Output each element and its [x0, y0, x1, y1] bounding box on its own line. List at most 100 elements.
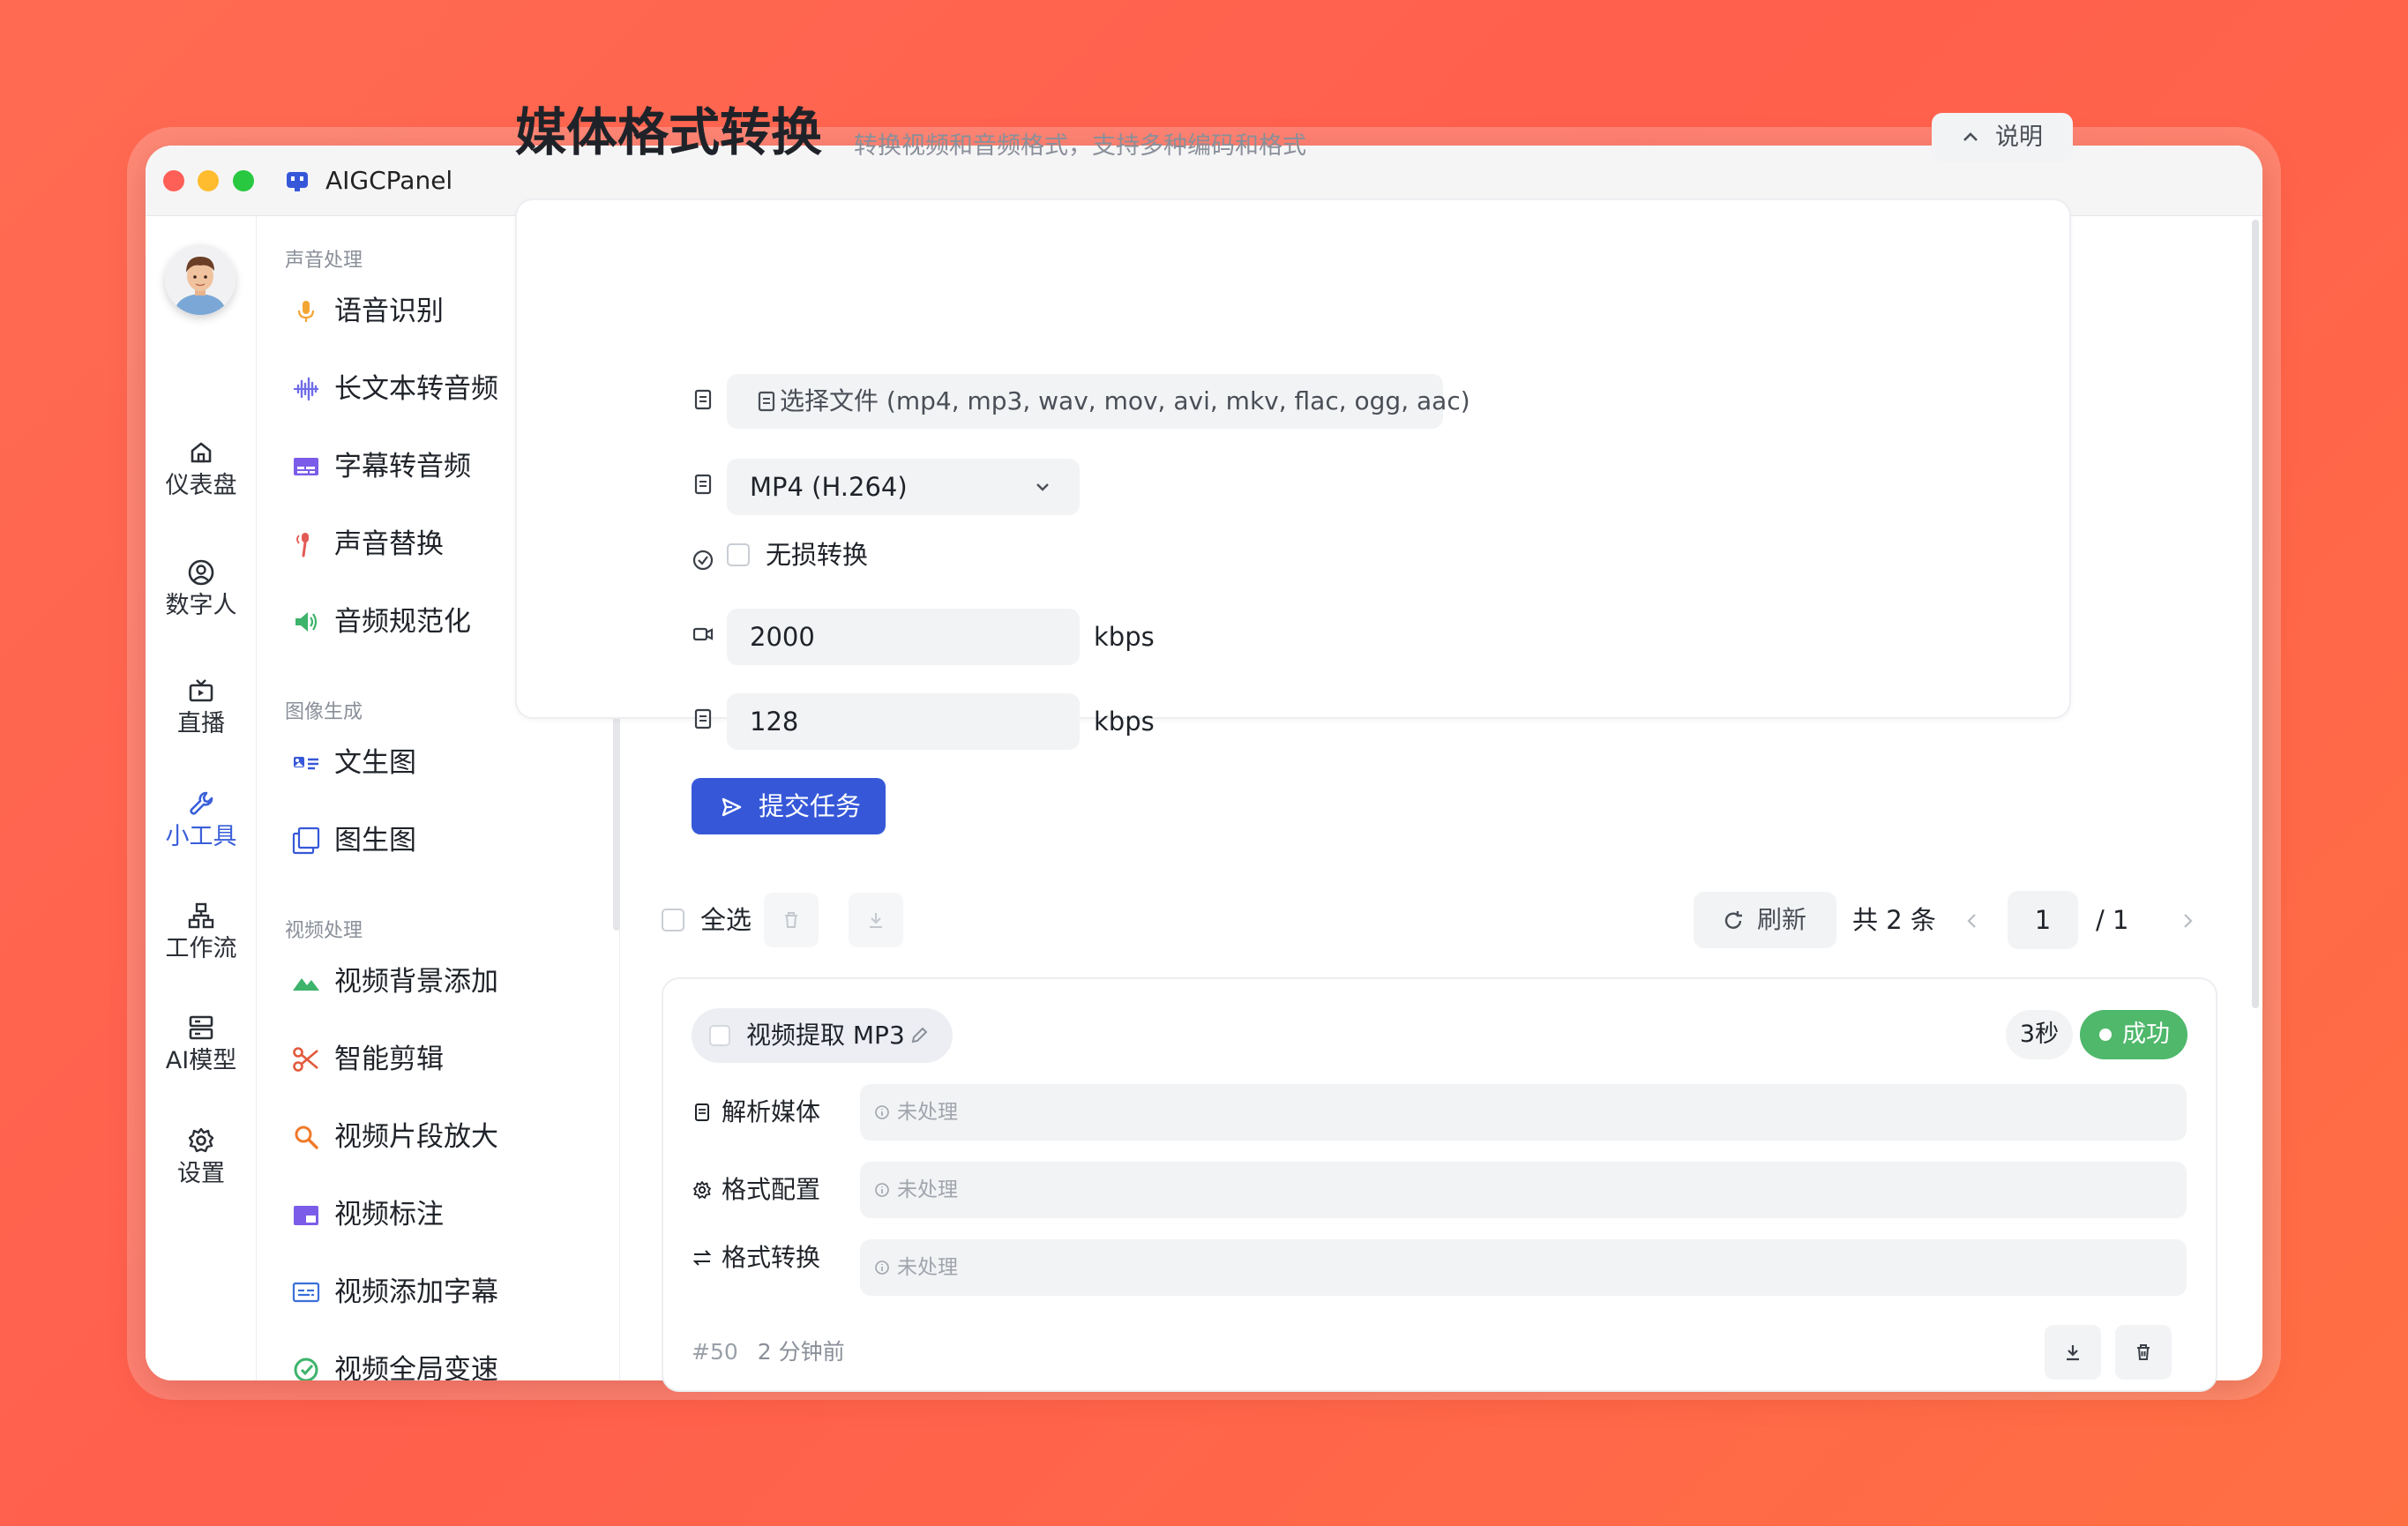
- workflow-icon: [188, 902, 214, 929]
- edit-pencil-icon[interactable]: [909, 1025, 930, 1046]
- task-meta: #50 2 分钟前: [692, 1336, 845, 1368]
- user-avatar[interactable]: [165, 244, 236, 315]
- menu-item-smart-edit[interactable]: 智能剪辑: [292, 1037, 592, 1081]
- nav-label: AI模型: [165, 1047, 237, 1074]
- menu-item-video-speed[interactable]: 视频全局变速: [292, 1348, 592, 1380]
- nav-settings[interactable]: 设置: [146, 1125, 257, 1213]
- duration-badge: 3秒: [2006, 1010, 2073, 1059]
- trash-icon: [785, 912, 797, 928]
- nav-label: 数字人: [165, 592, 237, 619]
- wrench-icon: [190, 791, 213, 815]
- scissors-icon: [293, 1047, 318, 1072]
- download-icon: [870, 913, 882, 928]
- section-title-video: 视频处理: [285, 920, 363, 942]
- gear-icon: [693, 1181, 711, 1199]
- video-bitrate-input[interactable]: 2000: [727, 609, 1080, 665]
- task-delete-button[interactable]: [2115, 1325, 2172, 1380]
- nav-workflow[interactable]: 工作流: [146, 900, 257, 988]
- audio-bitrate-unit: kbps: [1094, 707, 1155, 737]
- step-status: 未处理: [897, 1256, 958, 1279]
- refresh-button[interactable]: 刷新: [1694, 892, 1836, 948]
- status-badge: 成功: [2080, 1010, 2187, 1059]
- document-icon: [758, 391, 775, 412]
- choose-file-button[interactable]: 选择文件 (mp4, mp3, wav, mov, avi, mkv, flac…: [727, 374, 1470, 429]
- section-title-audio: 声音处理: [285, 250, 363, 272]
- nav-tools[interactable]: 小工具: [146, 788, 257, 876]
- nav-label: 设置: [177, 1160, 225, 1187]
- picture-in-picture-icon: [294, 1206, 318, 1225]
- audio-file-icon: [694, 708, 712, 729]
- content-scrollbar[interactable]: [2252, 220, 2259, 1008]
- menu-item-label: 声音替换: [334, 528, 444, 560]
- menu-item-video-zoom[interactable]: 视频片段放大: [292, 1115, 592, 1159]
- prev-page-icon[interactable]: [1962, 910, 1983, 931]
- menu-item-label: 视频背景添加: [334, 966, 498, 998]
- output-format-select[interactable]: MP4 (H.264): [727, 459, 1080, 515]
- nav-label: 仪表盘: [165, 472, 237, 499]
- nav-label: 小工具: [165, 823, 237, 850]
- choose-file-label: 选择文件 (mp4, mp3, wav, mov, avi, mkv, flac…: [780, 386, 1470, 415]
- batch-download-button[interactable]: [849, 893, 903, 947]
- tv-icon: [189, 679, 213, 702]
- step-parse-media-status: 未处理: [860, 1084, 2187, 1141]
- next-page-icon[interactable]: [2177, 910, 2198, 931]
- speedometer-icon: [294, 1358, 318, 1380]
- user-circle-icon: [188, 559, 214, 586]
- nav-digital-human[interactable]: 数字人: [146, 557, 257, 645]
- lossless-checkbox[interactable]: [727, 543, 750, 566]
- trash-icon: [2137, 1344, 2150, 1360]
- caption-icon: [292, 1282, 320, 1303]
- menu-item-label: 长文本转音频: [334, 373, 498, 405]
- task-download-button[interactable]: [2045, 1325, 2101, 1380]
- menu-item-video-subtitles[interactable]: 视频添加字幕: [292, 1270, 592, 1314]
- nav-dashboard[interactable]: 仪表盘: [146, 437, 257, 525]
- step-label: 格式配置: [722, 1175, 821, 1204]
- format-icon: [694, 474, 712, 495]
- page-total: / 1: [2096, 905, 2129, 935]
- page-title: 媒体格式转换: [515, 102, 823, 162]
- waveform-icon: [294, 377, 318, 401]
- gear-icon: [188, 1127, 214, 1153]
- send-icon: [722, 797, 742, 817]
- menu-item-label: 文生图: [334, 747, 416, 779]
- home-icon: [191, 442, 212, 463]
- audio-bitrate-input[interactable]: 128: [727, 693, 1080, 750]
- menu-item-image-to-image[interactable]: 图生图: [292, 819, 592, 863]
- status-label: 成功: [2122, 1021, 2170, 1048]
- speaker-icon: [295, 612, 318, 632]
- help-toggle-button[interactable]: 说明: [1932, 113, 2073, 162]
- menu-item-video-annotate[interactable]: 视频标注: [292, 1193, 592, 1237]
- menu-item-label: 视频添加字幕: [334, 1276, 498, 1308]
- help-label: 说明: [1995, 123, 2043, 151]
- menu-item-label: 视频片段放大: [334, 1121, 498, 1153]
- select-all-checkbox[interactable]: [662, 909, 684, 931]
- step-label: 格式转换: [722, 1243, 821, 1272]
- file-icon: [694, 389, 712, 410]
- menu-item-text-to-image[interactable]: 文生图: [292, 741, 592, 785]
- server-icon: [189, 1015, 213, 1040]
- nav-ai-models[interactable]: AI模型: [146, 1012, 257, 1100]
- chevron-down-icon: [1036, 483, 1049, 491]
- step-format-convert-status: 未处理: [860, 1239, 2187, 1296]
- nav-label: 直播: [177, 710, 225, 737]
- download-icon: [2067, 1345, 2079, 1361]
- task-select-checkbox[interactable]: [709, 1025, 730, 1046]
- output-format-value: MP4 (H.264): [750, 472, 908, 502]
- minimize-window-button[interactable]: [198, 170, 219, 191]
- video-bitrate-unit: kbps: [1094, 622, 1155, 652]
- zoom-window-button[interactable]: [233, 170, 254, 191]
- video-bitrate-value: 2000: [750, 622, 815, 652]
- menu-item-label: 语音识别: [334, 295, 444, 327]
- close-window-button[interactable]: [163, 170, 184, 191]
- task-title-chip[interactable]: 视频提取 MP3: [692, 1008, 953, 1063]
- menu-item-label: 字幕转音频: [334, 451, 471, 482]
- batch-delete-button[interactable]: [764, 893, 819, 947]
- select-all-label: 全选: [700, 905, 752, 935]
- page-input[interactable]: 1: [2008, 891, 2078, 949]
- nav-live[interactable]: 直播: [146, 675, 257, 763]
- nav-label: 工作流: [165, 935, 237, 962]
- submit-task-button[interactable]: 提交任务: [692, 778, 886, 834]
- status-dot: [2099, 1029, 2112, 1041]
- step-status: 未处理: [897, 1101, 958, 1124]
- menu-item-video-background[interactable]: 视频背景添加: [292, 960, 592, 1004]
